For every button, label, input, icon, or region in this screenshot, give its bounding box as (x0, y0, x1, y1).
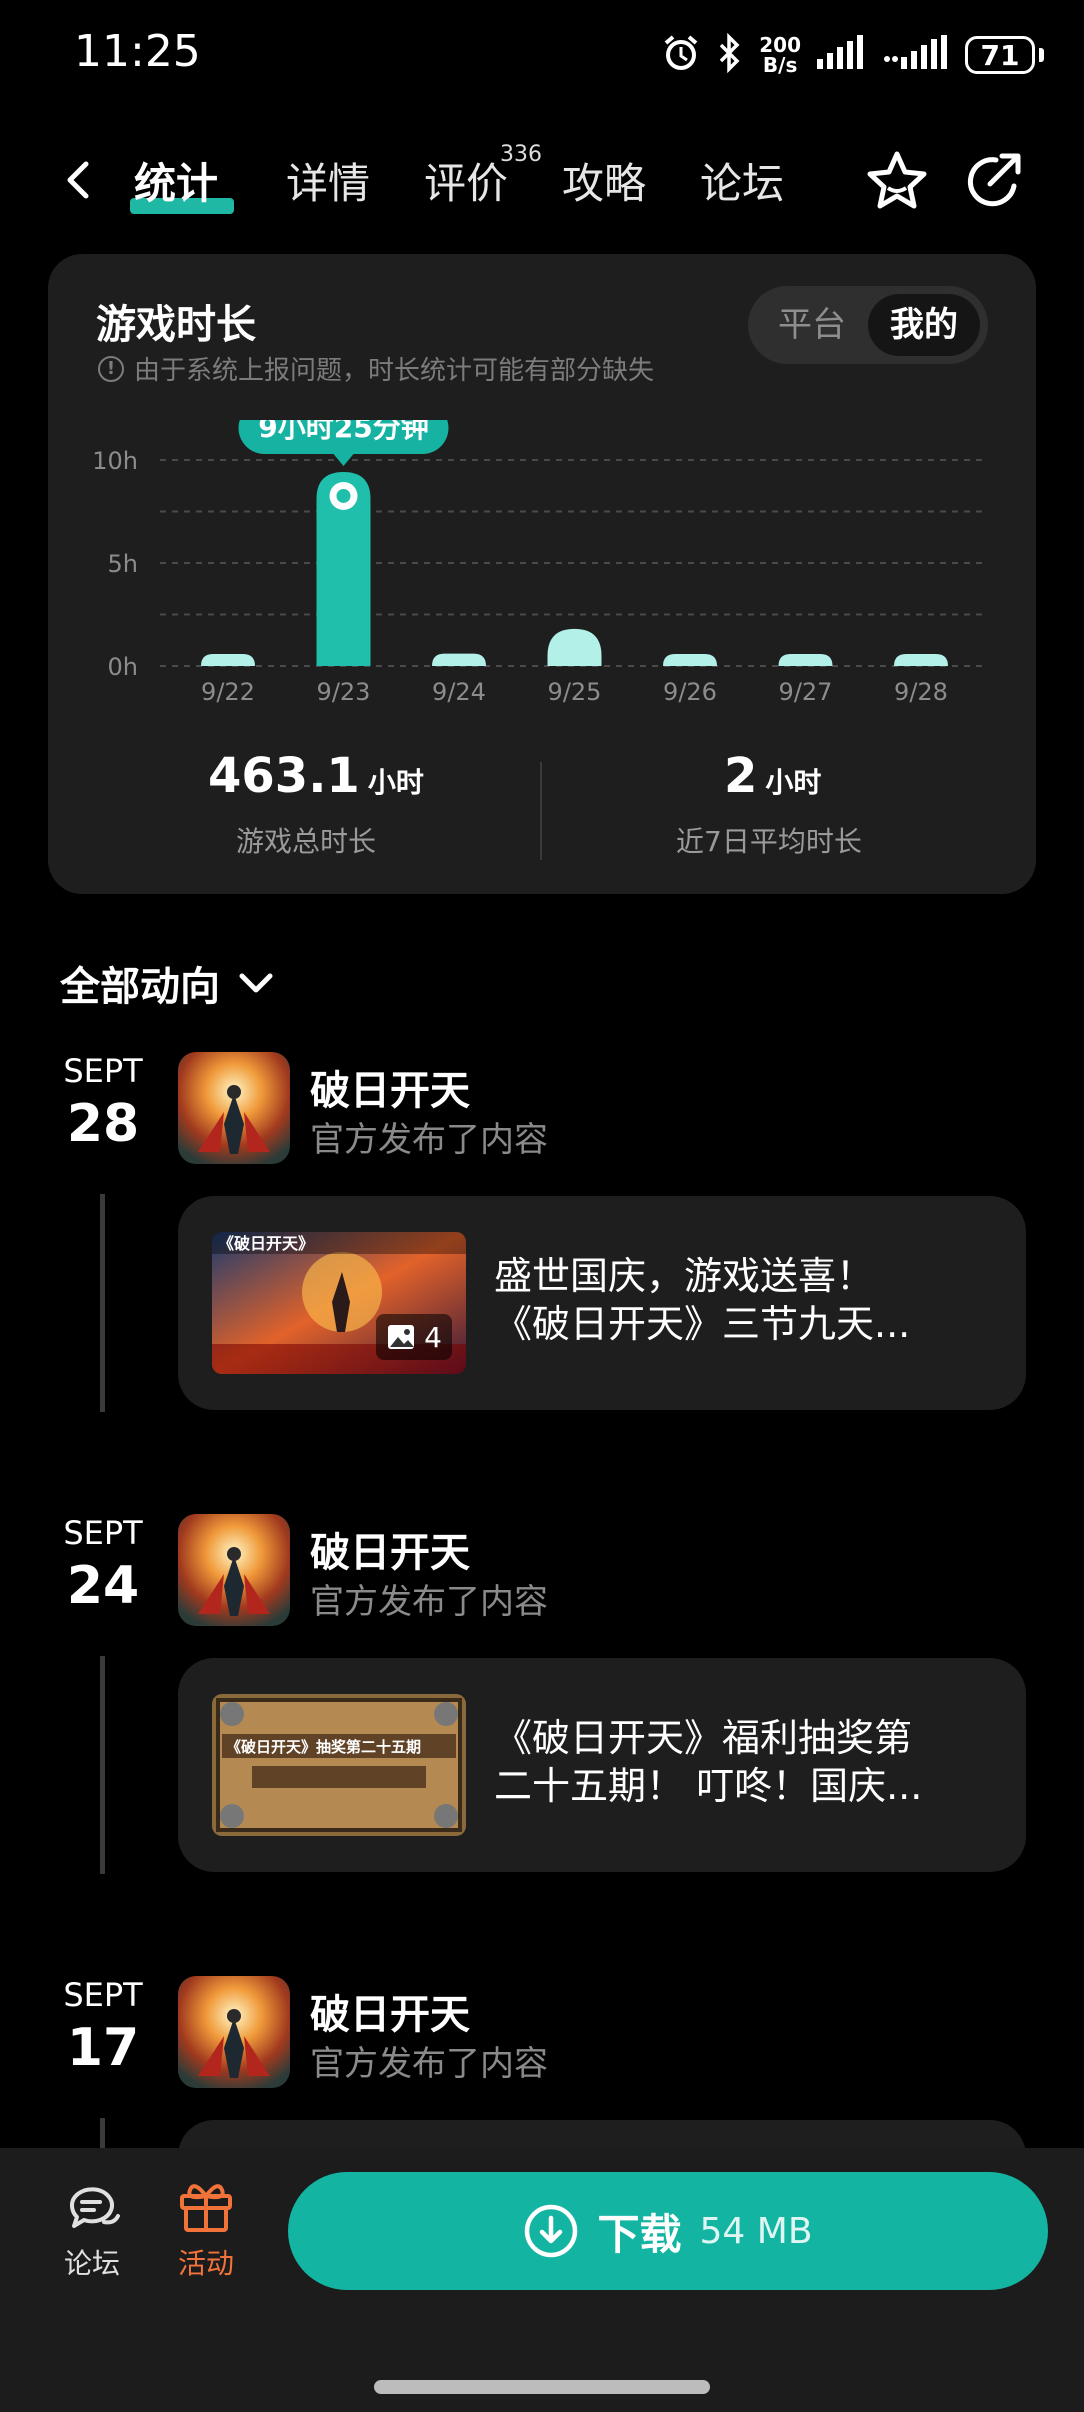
platform-toggle[interactable]: 平台 我的 (748, 286, 988, 364)
timeline-line (100, 1194, 105, 1412)
post-day: 24 (66, 1556, 140, 1616)
post-title: 《破日开天》福利抽奖第 二十五期！ 叮咚！国庆... (494, 1716, 923, 1808)
chart-bar (547, 628, 602, 666)
alarm-icon (661, 33, 701, 77)
post-thumbnail: 《破日开天》 4 (212, 1232, 466, 1374)
game-name[interactable]: 破日开天 (310, 1982, 470, 2040)
tab-forum[interactable]: 论坛 (700, 150, 784, 211)
post-day: 28 (66, 1094, 140, 1154)
download-button[interactable]: 下载 54 MB (288, 2172, 1048, 2290)
tab-details[interactable]: 详情 (286, 150, 370, 211)
post-thumbnail: 《破日开天》抽奖第二十五期 (212, 1694, 466, 1836)
post-month: SEPT (63, 1052, 143, 1090)
image-count: 4 (376, 1314, 452, 1360)
gift-icon (180, 2184, 232, 2232)
tooltip-label: 9小时25分钟 (258, 420, 428, 444)
forum-icon (69, 2187, 120, 2228)
forum-button[interactable]: 论坛 (42, 2178, 142, 2282)
chevron-down-icon (239, 973, 273, 993)
x-tick-label: 9/24 (432, 678, 486, 706)
x-tick-label: 9/22 (201, 678, 255, 706)
chart-bar (201, 654, 255, 666)
highlight-dot-inner (336, 488, 351, 503)
chart-bar (663, 654, 717, 666)
post-action: 官方发布了内容 (310, 1120, 548, 1160)
tab-guides[interactable]: 攻略 (562, 150, 646, 211)
avg-time-label: 近7日平均时长 (676, 825, 862, 858)
card-title: 游戏时长 (96, 302, 256, 348)
tab-reviews[interactable]: 评价 (424, 150, 508, 211)
y-tick-label: 0h (108, 653, 138, 681)
y-tick-label: 10h (92, 447, 138, 475)
home-indicator[interactable] (374, 2380, 710, 2394)
favorite-star-icon[interactable] (862, 148, 932, 218)
post-title: 盛世国庆，游戏送喜！ 《破日开天》三节九天... (494, 1254, 911, 1346)
card-note: ! 由于系统上报问题，时长统计可能有部分缺失 (98, 350, 654, 387)
feed-filter[interactable]: 全部动向 (60, 954, 274, 1012)
x-tick-label: 9/25 (548, 678, 602, 706)
activity-button[interactable]: 活动 (156, 2178, 256, 2282)
game-name[interactable]: 破日开天 (310, 1058, 470, 1116)
signal-2-icon (883, 35, 949, 75)
svg-text:《破日开天》: 《破日开天》 (218, 1234, 314, 1253)
game-avatar[interactable] (178, 1514, 290, 1626)
avg-time: 2 小时 (724, 748, 822, 804)
x-tick-label: 9/23 (317, 678, 371, 706)
x-tick-label: 9/26 (663, 678, 717, 706)
toggle-mine[interactable]: 我的 (868, 294, 980, 356)
play-time-chart: 0h 5h 10h 9/22 9/23 9小时25分钟 9/24 9/25 9/26 9/27 9/… (92, 420, 986, 706)
share-icon[interactable] (962, 148, 1028, 218)
back-icon[interactable] (58, 150, 98, 210)
status-time: 11:25 (74, 26, 201, 77)
post-month: SEPT (63, 1514, 143, 1552)
x-tick-label: 9/28 (894, 678, 948, 706)
total-time: 463.1 小时 (208, 748, 424, 804)
post-action: 官方发布了内容 (310, 2044, 548, 2084)
game-name[interactable]: 破日开天 (310, 1520, 470, 1578)
post-day: 17 (66, 2018, 140, 2078)
info-icon: ! (98, 355, 124, 382)
game-avatar[interactable] (178, 1052, 290, 1164)
tooltip-pointer (333, 453, 354, 466)
x-tick-label: 9/27 (779, 678, 833, 706)
image-icon (388, 1325, 415, 1349)
status-icons: 200 B/s 71 (661, 30, 1044, 80)
post-card[interactable]: 《破日开天》抽奖第二十五期 《破日开天》福利抽奖第 二十五期！ 叮咚！国庆... (178, 1658, 1026, 1872)
timeline-line (100, 1656, 105, 1874)
review-count-badge: 336 (500, 142, 542, 167)
post-action: 官方发布了内容 (310, 1582, 548, 1622)
y-tick-label: 5h (108, 550, 138, 578)
bluetooth-icon (717, 32, 743, 77)
divider (540, 762, 542, 860)
net-speed: 200 B/s (759, 33, 801, 77)
download-icon (525, 2204, 578, 2258)
post-card[interactable]: 《破日开天》 4 盛世国庆，游戏送喜！ 《破日开天》三节九天... (178, 1196, 1026, 1410)
toggle-platform[interactable]: 平台 (756, 294, 868, 356)
chart-bar (894, 654, 948, 666)
chart-bar (432, 653, 486, 666)
chart-bar (778, 654, 833, 666)
svg-text:《破日开天》抽奖第二十五期: 《破日开天》抽奖第二十五期 (226, 1738, 421, 1756)
post-month: SEPT (63, 1976, 143, 2014)
total-time-label: 游戏总时长 (236, 825, 377, 858)
signal-icon (817, 35, 867, 75)
game-avatar[interactable] (178, 1976, 290, 2088)
tab-stats[interactable]: 统计 (134, 150, 218, 211)
battery-icon: 71 (965, 36, 1044, 74)
